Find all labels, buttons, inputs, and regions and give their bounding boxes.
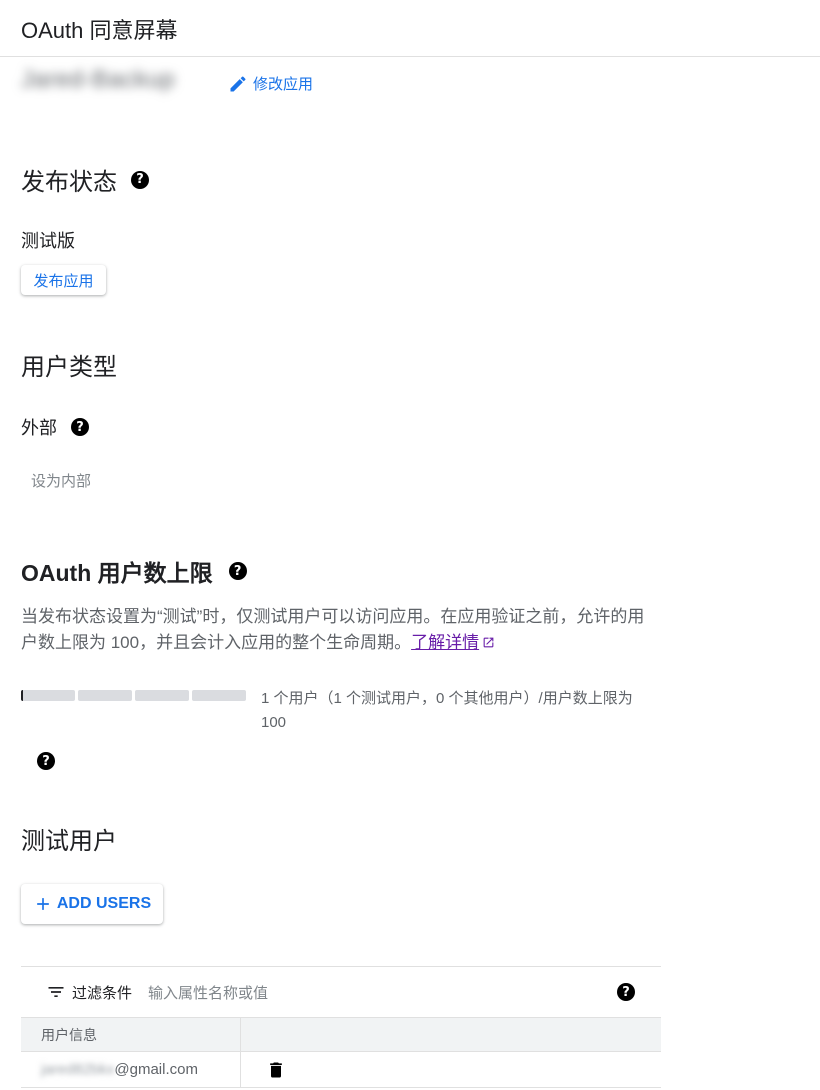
add-users-button[interactable]: ADD USERS	[21, 884, 163, 924]
user-type-title: 用户类型	[21, 354, 117, 381]
table-row: jared82bkx @gmail.com	[21, 1052, 661, 1088]
progress-fill	[21, 690, 23, 701]
publish-status-value: 测试版	[21, 231, 75, 251]
learn-more-link[interactable]: 了解详情	[411, 633, 495, 652]
table-header: 用户信息	[21, 1017, 661, 1052]
test-users-table: 用户信息 jared82bkx @gmail.com	[21, 1017, 661, 1088]
column-user-info[interactable]: 用户信息	[21, 1018, 241, 1051]
user-cap-description-text: 当发布状态设置为“测试”时，仅测试用户可以访问应用。在应用验证之前，允许的用户数…	[21, 607, 645, 652]
publish-app-button[interactable]: 发布应用	[21, 265, 106, 295]
user-email-domain: @gmail.com	[114, 1061, 198, 1078]
external-link-icon	[483, 637, 494, 648]
help-icon[interactable]: ?	[617, 983, 635, 1001]
test-users-title: 测试用户	[21, 828, 117, 855]
filter-input[interactable]: 输入属性名称或值	[148, 982, 268, 1003]
user-email-local: jared82bkx	[41, 1061, 115, 1078]
user-email-cell: jared82bkx @gmail.com	[21, 1052, 241, 1087]
page-header: OAuth 同意屏幕	[0, 0, 820, 57]
edit-app-label: 修改应用	[253, 76, 314, 93]
user-type-heading: 用户类型	[21, 347, 117, 382]
user-cap-usage-text: 1 个用户（1 个测试用户，0 个其他用户）/用户数上限为 100	[261, 690, 633, 731]
filter-label: 过滤条件	[72, 984, 133, 1002]
test-users-heading: 测试用户	[21, 821, 117, 856]
user-cap-progress-bar	[21, 690, 246, 701]
plus-icon	[37, 898, 49, 910]
filter-bar: 过滤条件 输入属性名称或值 ?	[21, 966, 661, 1017]
help-icon[interactable]: ?	[71, 418, 89, 436]
publish-status-heading: 发布状态 ?	[21, 162, 149, 197]
user-cap-heading: OAuth 用户数上限 ?	[21, 554, 247, 588]
add-users-label: ADD USERS	[56, 895, 152, 912]
edit-app-link[interactable]: 修改应用	[228, 73, 313, 94]
publish-status-title: 发布状态	[21, 169, 117, 196]
help-icon[interactable]: ?	[228, 562, 247, 580]
trash-icon[interactable]	[266, 1060, 286, 1080]
pencil-icon	[230, 75, 246, 91]
user-type-value: 外部	[21, 418, 57, 438]
make-internal-button[interactable]: 设为内部	[31, 470, 91, 491]
page-title: OAuth 同意屏幕	[21, 18, 178, 43]
user-cap-description: 当发布状态设置为“测试”时，仅测试用户可以访问应用。在应用验证之前，允许的用户数…	[21, 604, 661, 656]
app-name: Jared-Backup	[21, 66, 176, 93]
user-cap-title: OAuth 用户数上限	[21, 560, 213, 586]
filter-icon[interactable]	[46, 982, 66, 1002]
help-icon[interactable]: ?	[37, 752, 55, 770]
progress-segment	[135, 690, 189, 701]
user-type-row: 外部 ?	[21, 414, 89, 440]
progress-segment	[192, 690, 246, 701]
help-icon[interactable]: ?	[131, 170, 149, 189]
progress-segment	[21, 690, 75, 701]
progress-segment	[78, 690, 132, 701]
